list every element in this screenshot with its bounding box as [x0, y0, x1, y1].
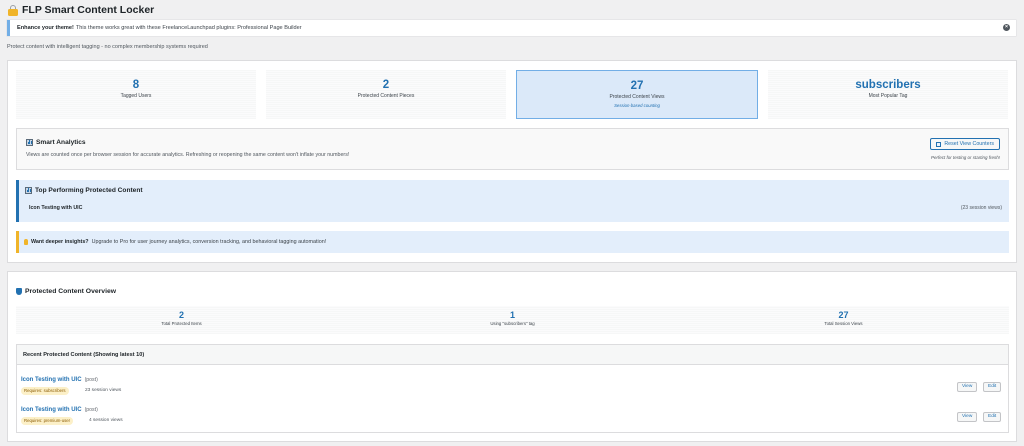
recent-heading: Recent Protected Content (Showing latest…: [17, 345, 1008, 365]
stat-label: Tagged Users: [120, 93, 152, 99]
content-type: (post): [84, 377, 98, 383]
reset-view-counters-button[interactable]: Reset View Counters: [930, 138, 1000, 150]
lock-icon: [8, 4, 18, 16]
overview-stat-tag: 1 Using "subscribers" tag: [347, 306, 678, 326]
top-performing-box: Top Performing Protected Content Icon Te…: [16, 180, 1009, 222]
notice-text: This theme works great with these Freela…: [75, 25, 302, 31]
top-performing-title: Top Performing Protected Content: [25, 187, 143, 194]
reset-note: Perfect for testing or starting fresh!: [930, 155, 1000, 160]
list-item: Icon Testing with UIC (post) Requires: pr…: [17, 404, 1008, 430]
top-content-item: Icon Testing with UIC: [29, 205, 83, 211]
shield-icon: [16, 288, 22, 295]
chart-icon: [25, 187, 32, 194]
reset-button-label: Reset View Counters: [944, 141, 994, 147]
lightbulb-icon: [24, 239, 28, 245]
overview-stat-value: 27: [838, 310, 849, 320]
overview-title: Protected Content Overview: [16, 288, 116, 295]
stat-value: 8: [132, 79, 140, 91]
page-title: FLP Smart Content Locker: [8, 3, 154, 17]
content-views: 23 session views: [85, 388, 122, 393]
chart-icon: [26, 139, 33, 146]
stat-label: Protected Content Views: [609, 94, 665, 100]
content-title-text[interactable]: Icon Testing with UIC: [21, 377, 82, 383]
view-button[interactable]: View: [957, 412, 978, 422]
stat-label: Most Popular Tag: [868, 93, 908, 99]
top-performing-title-text: Top Performing Protected Content: [35, 187, 143, 194]
upgrade-text: Upgrade to Pro for user journey analytic…: [91, 239, 327, 245]
content-title[interactable]: Icon Testing with UIC (post): [21, 407, 98, 413]
stat-card-protected-pieces: 2 Protected Content Pieces: [266, 70, 506, 119]
overview-panel: Protected Content Overview 2 Total Prote…: [7, 271, 1017, 442]
smart-analytics-box: Smart Analytics Views are counted once p…: [16, 128, 1009, 170]
stat-card-tagged-users: 8 Tagged Users: [16, 70, 256, 119]
overview-stat-label: Total Session Views: [824, 321, 863, 326]
stat-note: Session-based counting: [614, 103, 660, 108]
page-title-text: FLP Smart Content Locker: [22, 4, 155, 16]
analytics-title-text: Smart Analytics: [36, 139, 86, 146]
edit-button[interactable]: Edit: [983, 382, 1002, 392]
overview-stat-value: 2: [178, 310, 184, 320]
dashboard-panel: 8 Tagged Users 2 Protected Content Piece…: [7, 60, 1017, 263]
required-tag-badge: Requires: subscribers: [21, 387, 69, 395]
content-title[interactable]: Icon Testing with UIC (post): [21, 377, 98, 383]
list-item: Icon Testing with UIC (post) Requires: su…: [17, 374, 1008, 400]
stat-card-content-views: 27 Protected Content Views Session-based…: [516, 70, 758, 119]
notice-bold: Enhance your theme!: [17, 25, 74, 31]
overview-stat-views: 27 Total Session Views: [678, 306, 1009, 326]
content-type: (post): [84, 407, 98, 413]
upgrade-box: Want deeper insights? Upgrade to Pro for…: [16, 231, 1009, 253]
overview-stat-label: Total Protected Items: [161, 321, 202, 326]
overview-stat-label: Using "subscribers" tag: [490, 321, 535, 326]
stat-card-popular-tag: subscribers Most Popular Tag: [768, 70, 1008, 119]
edit-button[interactable]: Edit: [983, 412, 1002, 422]
stat-value: subscribers: [855, 79, 921, 91]
overview-title-text: Protected Content Overview: [25, 288, 117, 295]
overview-stat-total: 2 Total Protected Items: [16, 306, 347, 326]
overview-stats: 2 Total Protected Items 1 Using "subscri…: [16, 306, 1009, 334]
required-tag-badge: Requires: premium-user: [21, 417, 74, 425]
recent-content-box: Recent Protected Content (Showing latest…: [16, 344, 1009, 433]
theme-notice: Enhance your theme! This theme works gre…: [7, 20, 1016, 36]
content-title-text[interactable]: Icon Testing with UIC: [21, 407, 82, 413]
stat-label: Protected Content Pieces: [357, 93, 415, 99]
dismiss-icon[interactable]: ×: [1003, 24, 1010, 31]
page-subtitle: Protect content with intelligent tagging…: [7, 44, 208, 50]
reset-icon: [936, 141, 942, 147]
analytics-title: Smart Analytics: [26, 139, 86, 146]
top-content-views: (23 session views): [960, 205, 1002, 211]
stat-value: 2: [382, 79, 390, 91]
stat-value: 27: [630, 80, 644, 92]
content-views: 4 session views: [89, 418, 123, 423]
analytics-description: Views are counted once per browser sessi…: [26, 152, 350, 158]
view-button[interactable]: View: [957, 382, 978, 392]
overview-stat-value: 1: [509, 310, 515, 320]
upgrade-bold: Want deeper insights?: [31, 239, 89, 245]
